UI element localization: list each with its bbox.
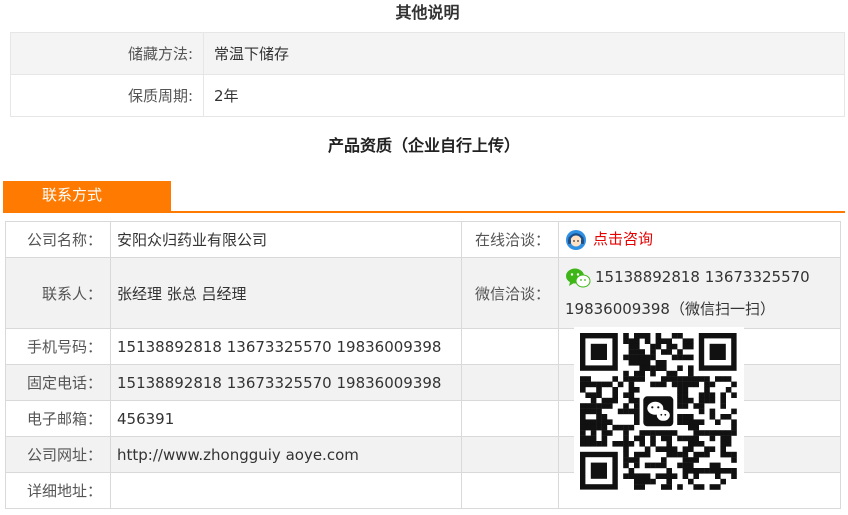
online-label: 在线洽谈： — [461, 221, 559, 258]
contact-tab-label: 联系方式 — [41, 186, 102, 204]
shelf-life-value: 2年 — [203, 74, 845, 117]
wechat-cell: 15138892818 13673325570 19836009398（微信扫一… — [558, 257, 841, 329]
empty-cell — [461, 436, 559, 473]
company-value: 安阳众归药业有限公司 — [110, 221, 462, 258]
customer-service-icon[interactable] — [565, 229, 587, 251]
phone-label: 固定电话： — [5, 364, 111, 401]
wechat-line-1: 15138892818 13673325570 — [565, 261, 840, 293]
qualification-title: 产品资质（企业自行上传） — [327, 136, 520, 155]
other-info-table: 储藏方法: 常温下储存 保质周期: 2年 — [10, 32, 845, 117]
empty-cell — [461, 328, 559, 365]
person-row: 联系人： 张经理 张总 吕经理 微信洽谈： 15138892818 136733… — [5, 257, 841, 329]
shelf-life-label: 保质周期: — [10, 74, 204, 117]
storage-label: 储藏方法: — [10, 32, 204, 75]
shelf-life-row: 保质周期: 2年 — [10, 74, 845, 117]
email-value: 456391 — [110, 400, 462, 437]
email-label: 电子邮箱： — [5, 400, 111, 437]
company-label: 公司名称： — [5, 221, 111, 258]
mobile-label: 手机号码： — [5, 328, 111, 365]
empty-cell — [461, 400, 559, 437]
company-row: 公司名称： 安阳众归药业有限公司 在线洽谈： 点击咨询 — [5, 221, 841, 258]
person-value: 张经理 张总 吕经理 — [110, 257, 462, 329]
wechat-line-2: 19836009398（微信扫一扫） — [565, 300, 775, 318]
website-value[interactable]: http://www.zhongguiy aoye.com — [110, 436, 462, 473]
address-label: 详细地址： — [5, 472, 111, 509]
wechat-qr-code — [574, 327, 744, 497]
online-cell: 点击咨询 — [558, 221, 841, 258]
website-label: 公司网址： — [5, 436, 111, 473]
mobile-value: 15138892818 13673325570 19836009398 — [110, 328, 462, 365]
wechat-icon — [566, 268, 591, 287]
consult-link[interactable]: 点击咨询 — [593, 230, 653, 248]
empty-cell — [461, 472, 559, 509]
contact-tab-underline — [3, 211, 845, 213]
other-info-title: 其他说明 — [395, 3, 460, 22]
storage-row: 储藏方法: 常温下储存 — [10, 32, 845, 75]
wechat-numbers: 15138892818 13673325570 — [595, 268, 810, 286]
contact-tab[interactable]: 联系方式 — [3, 181, 171, 213]
wechat-label: 微信洽谈： — [461, 257, 559, 329]
person-label: 联系人： — [5, 257, 111, 329]
phone-value: 15138892818 13673325570 19836009398 — [110, 364, 462, 401]
address-value — [110, 472, 462, 509]
empty-cell — [461, 364, 559, 401]
storage-value: 常温下储存 — [203, 32, 845, 75]
